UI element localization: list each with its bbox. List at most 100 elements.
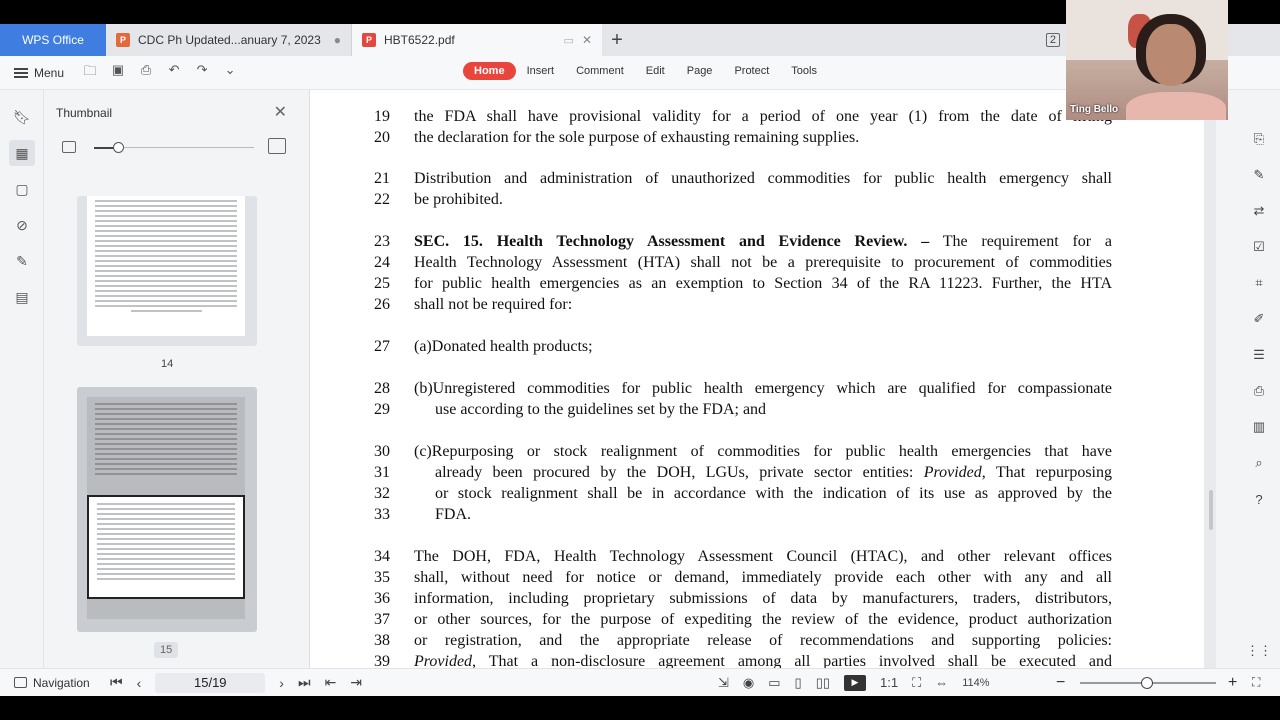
play-slideshow-icon[interactable]: ▶ xyxy=(844,674,867,691)
window-icon[interactable]: ▭ xyxy=(564,34,574,47)
slider-knob[interactable] xyxy=(113,142,124,153)
fit-page-icon[interactable]: ⛶ xyxy=(912,675,921,691)
ribbon-tab-edit[interactable]: Edit xyxy=(635,62,676,80)
page-thumbnail-15[interactable] xyxy=(77,387,257,632)
expand-icon[interactable]: ⛶ xyxy=(1252,675,1260,690)
tab-hbt6522-pdf[interactable]: P HBT6522.pdf ▭ ✕ xyxy=(352,24,602,56)
signature-icon[interactable]: ✎ xyxy=(9,248,35,274)
edit-text-icon[interactable]: ✎ xyxy=(1250,166,1268,184)
pdf-to-word-icon[interactable]: ⎘ xyxy=(1250,130,1268,148)
line-number: 30 xyxy=(374,443,390,460)
ribbon-tab-protect[interactable]: Protect xyxy=(723,62,780,80)
redo-icon[interactable]: ↷ xyxy=(194,62,210,84)
outline-icon[interactable]: ☰ xyxy=(1250,346,1268,364)
line-text: information, including proprietary submi… xyxy=(414,590,1112,608)
document-line: 21 Distribution and administration of una… xyxy=(310,170,1204,190)
line-text-run: already been procured by the DOH, LGUs, … xyxy=(435,464,924,481)
zoom-out-button[interactable]: − xyxy=(1056,674,1065,692)
small-image-icon xyxy=(62,141,76,153)
convert-icon[interactable]: ⇄ xyxy=(1250,202,1268,220)
document-line: 26 shall not be required for: xyxy=(310,296,1204,316)
close-tab-icon[interactable]: ✕ xyxy=(582,33,592,47)
save-icon[interactable]: ▣ xyxy=(110,62,126,84)
scrollbar-thumb[interactable] xyxy=(1209,490,1213,530)
back-view-icon[interactable]: ⇤ xyxy=(325,674,337,691)
thumbnail-icon[interactable]: ▦ xyxy=(9,140,35,166)
ribbon-tab-tools[interactable]: Tools xyxy=(780,62,828,80)
line-number: 32 xyxy=(374,485,390,502)
prev-page-icon[interactable]: ‹ xyxy=(137,675,142,691)
attachment-icon[interactable]: ⊘ xyxy=(9,212,35,238)
line-text: Health Technology Assessment (HTA) shall… xyxy=(414,254,1112,272)
ribbon-tab-page[interactable]: Page xyxy=(676,62,724,80)
document-line: 33 FDA. xyxy=(310,506,1204,526)
bookmark-icon[interactable]: 🔖︎ xyxy=(9,104,35,130)
line-text-run: FDA. xyxy=(435,506,472,523)
first-page-icon[interactable]: ⏮ xyxy=(110,674,123,691)
line-text: or stock realignment shall be in accorda… xyxy=(435,485,1112,503)
page-number-input[interactable]: 15/19 xyxy=(155,672,266,693)
fit-width-icon[interactable]: ⇔ xyxy=(935,675,948,690)
close-panel-icon[interactable]: ✕ xyxy=(274,102,287,122)
navigation-label: Navigation xyxy=(33,675,90,690)
forward-view-icon[interactable]: ⇥ xyxy=(350,674,362,691)
line-number: 25 xyxy=(374,275,390,292)
image-extract-icon[interactable]: ▤ xyxy=(9,284,35,310)
ribbon-tab-comment[interactable]: Comment xyxy=(565,62,635,80)
help-icon[interactable]: ? xyxy=(1250,490,1268,508)
status-bar: Navigation ⏮ ‹ 15/19 › ⏭ ⇤ ⇥ ⇲ ◉ ▭ ▯ ▯▯ … xyxy=(0,668,1280,696)
comment-icon[interactable]: ▢ xyxy=(9,176,35,202)
line-number: 29 xyxy=(374,401,390,418)
last-page-icon[interactable]: ⏭ xyxy=(298,674,311,691)
participant-name: Ting Bello xyxy=(1070,104,1119,115)
italic-run: Provided xyxy=(923,464,982,481)
line-text-run: The requirement for a xyxy=(929,233,1112,250)
section-heading: SEC. 15. Health Technology Assessment an… xyxy=(414,233,930,250)
continuous-page-icon[interactable]: ▯ xyxy=(795,675,802,691)
print-icon[interactable]: ⎙ xyxy=(138,62,154,84)
close-tab-icon[interactable]: ● xyxy=(334,33,341,47)
line-number: 34 xyxy=(374,548,390,565)
fill-sign-icon[interactable]: ☑ xyxy=(1250,238,1268,256)
document-view[interactable]: 19 the FDA shall have provisional validit… xyxy=(310,90,1216,668)
annotate-icon[interactable]: ✐ xyxy=(1250,310,1268,328)
document-line: 30 (c)Repurposing or stock realignment of… xyxy=(310,443,1204,463)
customize-chevron-icon[interactable]: ⌄ xyxy=(222,62,238,84)
search-icon[interactable]: ⌕ xyxy=(1250,454,1268,472)
quick-access-icons: 🗀 ▣ ⎙ ↶ ↷ ⌄ xyxy=(82,62,238,84)
line-text-run: (c)Repurposing or stock realignment of c… xyxy=(414,443,1112,460)
single-page-icon[interactable]: ▭ xyxy=(768,675,780,691)
undo-icon[interactable]: ↶ xyxy=(166,62,182,84)
ribbon-tab-insert[interactable]: Insert xyxy=(516,62,566,80)
tab-wps-office[interactable]: WPS Office xyxy=(0,24,106,56)
print-icon[interactable]: ⎙ xyxy=(1250,382,1268,400)
zoom-slider-knob[interactable] xyxy=(1141,677,1153,689)
ribbon-tab-home[interactable]: Home xyxy=(463,62,516,80)
apps-grid-icon[interactable]: ⋮⋮ xyxy=(1246,642,1272,660)
open-folder-icon[interactable]: 🗀 xyxy=(82,62,98,84)
vertical-scrollbar[interactable] xyxy=(1208,90,1214,668)
zoom-in-button[interactable]: + xyxy=(1228,674,1237,692)
navigation-toggle[interactable]: Navigation xyxy=(14,676,90,690)
line-text-run: use according to the guidelines set by t… xyxy=(435,401,767,418)
eye-protection-icon[interactable]: ◉ xyxy=(743,675,754,691)
window-count-badge[interactable]: 2 xyxy=(1045,33,1060,47)
export-icon[interactable]: ⇲ xyxy=(718,675,729,691)
line-text: (b)Unregistered commodities for public h… xyxy=(414,380,1112,398)
ocr-icon[interactable]: ⌗ xyxy=(1250,274,1268,292)
line-text-run: or other sources, for the purpose of exp… xyxy=(414,611,1112,628)
thumbnail-size-slider[interactable] xyxy=(62,138,286,158)
next-page-icon[interactable]: › xyxy=(279,675,284,691)
document-line: 37 or other sources, for the purpose of e… xyxy=(310,611,1204,631)
actual-size-icon[interactable]: 1:1 xyxy=(880,675,898,690)
line-text: The DOH, FDA, Health Technology Assessme… xyxy=(414,548,1112,566)
compress-icon[interactable]: ▥ xyxy=(1250,418,1268,436)
current-view-frame[interactable] xyxy=(87,495,245,599)
line-number: 36 xyxy=(374,590,390,607)
tab-cdc-presentation[interactable]: P CDC Ph Updated...anuary 7, 2023 ● xyxy=(106,24,352,56)
menu-button[interactable]: Menu xyxy=(14,66,64,80)
zoom-level[interactable]: 114% xyxy=(962,677,989,689)
double-page-icon[interactable]: ▯▯ xyxy=(816,675,830,691)
page-thumbnail-14[interactable] xyxy=(77,196,257,346)
new-tab-button[interactable]: + xyxy=(602,24,632,56)
